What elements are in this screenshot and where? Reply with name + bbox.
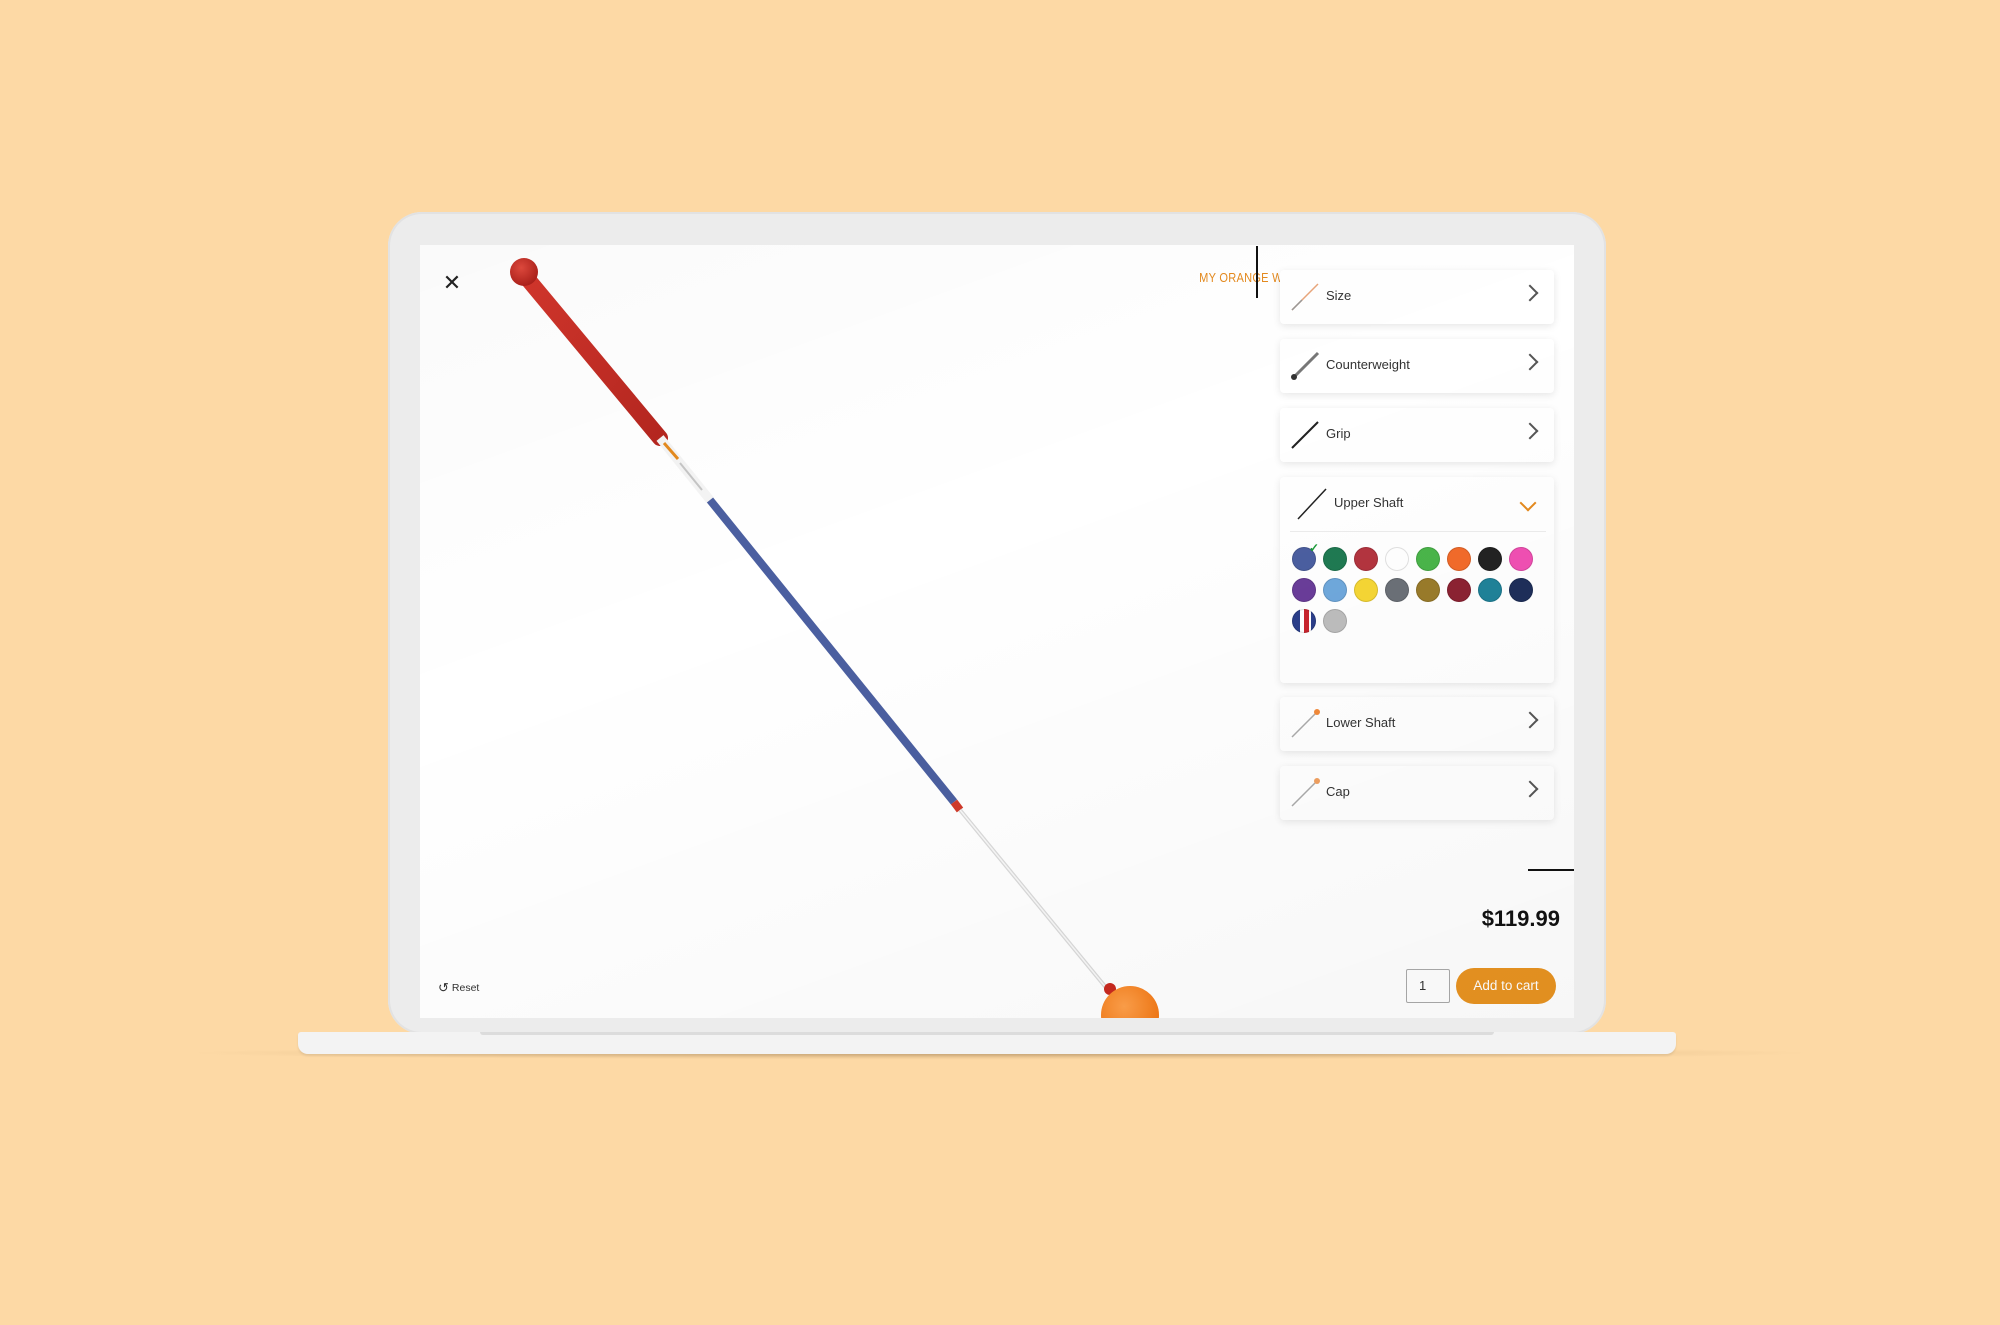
- color-swatch[interactable]: [1447, 547, 1471, 571]
- reset-button[interactable]: ↺ Reset: [438, 980, 479, 996]
- chevron-right-icon: [1521, 422, 1539, 440]
- color-swatch[interactable]: [1385, 578, 1409, 602]
- option-upper-shaft-label: Upper Shaft: [1334, 495, 1404, 510]
- add-to-cart-button[interactable]: Add to cart: [1456, 968, 1556, 1004]
- counterweight-thumb-icon: [1291, 351, 1320, 380]
- color-swatch[interactable]: [1354, 578, 1378, 602]
- laptop-base-notch: [480, 1032, 1494, 1035]
- option-lower-shaft[interactable]: Lower Shaft: [1280, 697, 1554, 751]
- color-swatch[interactable]: [1478, 547, 1502, 571]
- chevron-down-icon[interactable]: [1519, 494, 1537, 512]
- close-icon[interactable]: ✕: [442, 272, 462, 294]
- product-configurator-screen: ✕ MY ORANGE WHIP Size Counterweight Grip…: [420, 245, 1574, 1018]
- option-size[interactable]: Size: [1280, 270, 1554, 324]
- option-upper-shaft[interactable]: Upper Shaft: [1280, 477, 1554, 683]
- cap-thumb-icon: [1291, 778, 1320, 807]
- color-swatch[interactable]: [1292, 609, 1316, 633]
- color-swatch[interactable]: [1509, 578, 1533, 602]
- option-counterweight-label: Counterweight: [1326, 357, 1410, 372]
- option-divider: [1290, 531, 1546, 532]
- color-swatch[interactable]: [1509, 547, 1533, 571]
- whip-thumb-icon: [1291, 283, 1319, 311]
- price: $119.99: [1481, 906, 1560, 931]
- color-swatch[interactable]: [1416, 547, 1440, 571]
- color-swatch[interactable]: [1447, 578, 1471, 602]
- option-grip[interactable]: Grip: [1280, 408, 1554, 462]
- color-swatch[interactable]: [1323, 578, 1347, 602]
- option-cap[interactable]: Cap: [1280, 766, 1554, 820]
- reset-icon: ↺: [438, 980, 449, 995]
- divider-horizontal: [1528, 869, 1574, 871]
- color-swatch[interactable]: [1354, 547, 1378, 571]
- color-swatch[interactable]: [1478, 578, 1502, 602]
- option-size-label: Size: [1326, 288, 1352, 303]
- upper-shaft-thumb-icon: [1297, 488, 1327, 520]
- color-swatch[interactable]: [1323, 609, 1347, 633]
- option-cap-label: Cap: [1326, 784, 1350, 799]
- whip-product-render: [510, 258, 1159, 1018]
- color-swatch[interactable]: [1385, 547, 1409, 571]
- chevron-right-icon: [1521, 711, 1539, 729]
- chevron-right-icon: [1521, 780, 1539, 798]
- chevron-right-icon: [1521, 284, 1539, 302]
- laptop-base: [298, 1032, 1676, 1054]
- divider-vertical: [1256, 246, 1258, 298]
- color-swatch[interactable]: [1292, 578, 1316, 602]
- quantity-input[interactable]: 1: [1406, 969, 1450, 1003]
- options-panel: Size Counterweight Grip Upper Shaft ✓ Lo…: [1280, 245, 1556, 1018]
- lower-shaft-thumb-icon: [1291, 709, 1320, 738]
- upper-shaft-color-swatches: [1292, 541, 1544, 633]
- reset-label: Reset: [451, 982, 480, 994]
- option-lower-shaft-label: Lower Shaft: [1326, 715, 1396, 730]
- grip-thumb-icon: [1291, 421, 1319, 449]
- color-swatch[interactable]: [1416, 578, 1440, 602]
- chevron-right-icon: [1521, 353, 1539, 371]
- color-swatch[interactable]: [1323, 547, 1347, 571]
- option-grip-label: Grip: [1326, 426, 1351, 441]
- option-counterweight[interactable]: Counterweight: [1280, 339, 1554, 393]
- color-swatch[interactable]: [1292, 541, 1319, 571]
